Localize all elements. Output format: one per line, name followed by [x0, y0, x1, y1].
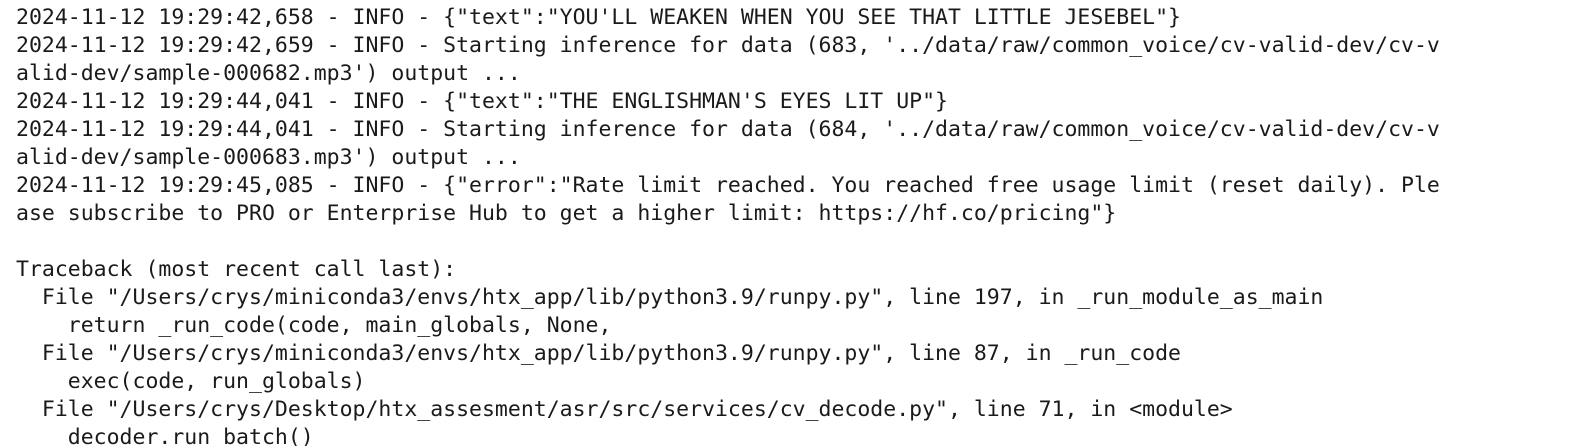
- traceback-code-line: decoder.run_batch(): [16, 425, 314, 446]
- log-line: 2024-11-12 19:29:42,659 - INFO - Startin…: [16, 33, 1440, 58]
- log-line-wrap: alid-dev/sample-000682.mp3') output ...: [16, 61, 521, 86]
- terminal-window[interactable]: 2024-11-12 19:29:42,658 - INFO - {"text"…: [0, 0, 1570, 446]
- error-log-line-wrap: ase subscribe to PRO or Enterprise Hub t…: [16, 201, 1117, 226]
- terminal-output: 2024-11-12 19:29:42,658 - INFO - {"text"…: [16, 4, 1561, 446]
- log-line: 2024-11-12 19:29:42,658 - INFO - {"text"…: [16, 5, 1181, 30]
- log-line: 2024-11-12 19:29:44,041 - INFO - {"text"…: [16, 89, 948, 114]
- traceback-file-line: File "/Users/crys/miniconda3/envs/htx_ap…: [16, 341, 1181, 366]
- traceback-file-line: File "/Users/crys/miniconda3/envs/htx_ap…: [16, 285, 1324, 310]
- log-line: 2024-11-12 19:29:44,041 - INFO - Startin…: [16, 117, 1440, 142]
- traceback-header: Traceback (most recent call last):: [16, 257, 457, 282]
- error-log-line: 2024-11-12 19:29:45,085 - INFO - {"error…: [16, 173, 1440, 198]
- traceback-code-line: exec(code, run_globals): [16, 369, 366, 394]
- traceback-file-line: File "/Users/crys/Desktop/htx_assesment/…: [16, 397, 1233, 422]
- log-line-wrap: alid-dev/sample-000683.mp3') output ...: [16, 145, 521, 170]
- traceback-code-line: return _run_code(code, main_globals, Non…: [16, 313, 612, 338]
